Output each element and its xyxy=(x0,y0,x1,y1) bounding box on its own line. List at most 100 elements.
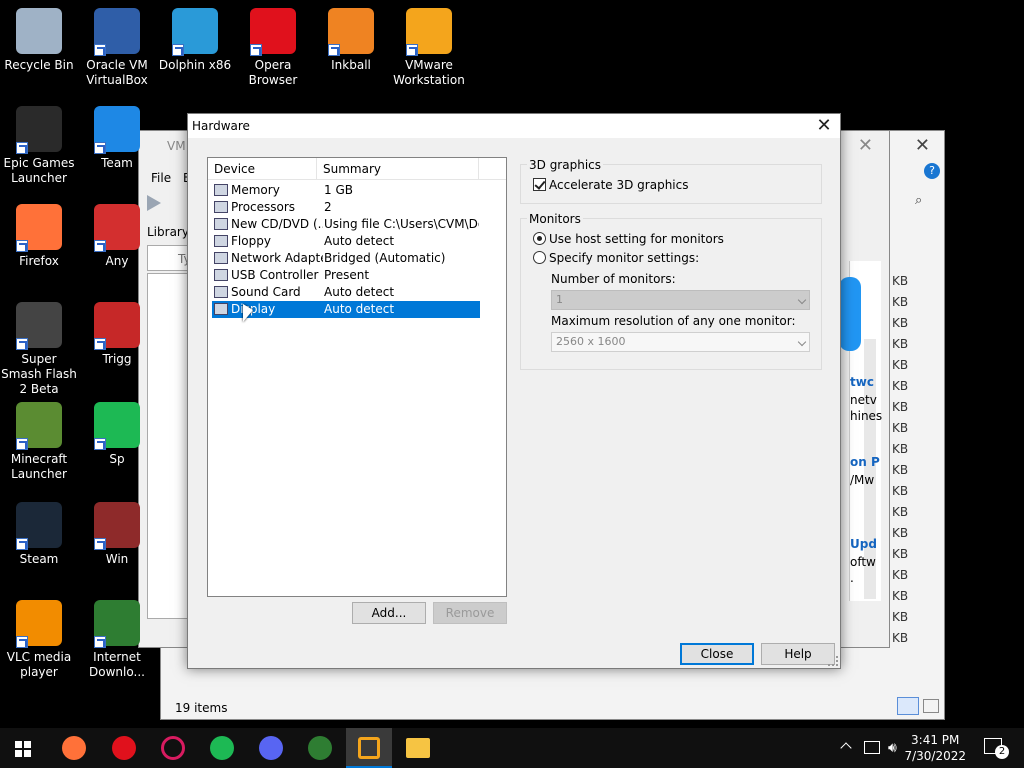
desktop-icon[interactable]: Recycle Bin xyxy=(0,8,78,73)
shortcut-arrow-icon xyxy=(94,438,106,450)
firefox-taskbar-icon[interactable] xyxy=(62,736,86,760)
windows-start-icon[interactable] xyxy=(15,741,31,757)
side-text: oftw xyxy=(850,555,876,569)
add-button[interactable]: Add... xyxy=(352,602,426,624)
file-explorer-taskbar-icon[interactable] xyxy=(406,738,430,758)
cursor-icon xyxy=(243,304,253,322)
device-summary: Present xyxy=(324,268,370,282)
column-device[interactable]: Device xyxy=(208,158,317,179)
accelerate-3d-checkbox[interactable] xyxy=(533,178,546,191)
vmware-title-fragment: VM xyxy=(167,139,186,153)
desktop-icon[interactable]: Team xyxy=(78,106,156,171)
desktop-icon[interactable]: Win xyxy=(78,502,156,567)
volume-icon[interactable]: 🔊︎ xyxy=(888,740,897,756)
file-size-unit: KB xyxy=(892,274,909,288)
clock-time: 3:41 PM xyxy=(911,733,960,747)
file-size-unit: KB xyxy=(892,295,909,309)
chevron-down-icon xyxy=(797,337,807,347)
use-host-radio[interactable] xyxy=(533,232,546,245)
opera-gx-taskbar-icon[interactable] xyxy=(161,736,185,760)
desktop-icon[interactable]: Oracle VM VirtualBox xyxy=(78,8,156,88)
device-name: Memory xyxy=(231,183,280,197)
app-icon xyxy=(16,600,62,648)
menu-file[interactable]: File xyxy=(151,171,171,185)
device-name: USB Controller xyxy=(231,268,319,282)
desktop-icon[interactable]: Minecraft Launcher xyxy=(0,402,78,482)
side-text: . xyxy=(850,571,854,585)
side-text: on P xyxy=(850,455,880,469)
dialog-close-icon[interactable]: ✕ xyxy=(814,114,834,138)
desktop-icon[interactable]: VMware Workstation xyxy=(390,8,468,88)
notification-count: 2 xyxy=(995,745,1009,759)
close-button[interactable]: Close xyxy=(680,643,754,665)
device-row[interactable]: Sound Card Auto detect xyxy=(212,284,480,301)
desktop-icon[interactable]: Steam xyxy=(0,502,78,567)
sound-icon xyxy=(214,286,228,298)
device-summary: Auto detect xyxy=(324,234,395,248)
vmware-close-icon[interactable]: ✕ xyxy=(858,135,873,156)
device-row[interactable]: USB Controller Present xyxy=(212,267,480,284)
help-button[interactable]: Help xyxy=(761,643,835,665)
vmware-logo-icon xyxy=(839,277,861,351)
desktop-icon-label: Any xyxy=(105,254,129,268)
desktop-icon[interactable]: Any xyxy=(78,204,156,269)
shortcut-arrow-icon xyxy=(94,142,106,154)
device-row[interactable]: Processors 2 xyxy=(212,199,480,216)
desktop-icon[interactable]: Opera Browser xyxy=(234,8,312,88)
desktop-icon[interactable]: Sp xyxy=(78,402,156,467)
clock[interactable]: 3:41 PM 7/30/2022 xyxy=(904,732,966,764)
device-name: New CD/DVD (... xyxy=(231,217,323,231)
file-size-unit: KB xyxy=(892,337,909,351)
remove-button[interactable]: Remove xyxy=(433,602,507,624)
column-summary[interactable]: Summary xyxy=(317,158,479,179)
dialog-title: Hardware xyxy=(192,119,250,133)
app-icon xyxy=(16,502,62,550)
monitors-group-label: Monitors xyxy=(527,212,583,226)
notification-icon[interactable]: 2 xyxy=(984,738,1009,759)
chevron-up-icon[interactable] xyxy=(840,742,852,754)
device-row[interactable]: New CD/DVD (... Using file C:\Users\CVM\D… xyxy=(212,216,480,233)
details-view-icon[interactable] xyxy=(897,697,919,715)
num-monitors-value: 1 xyxy=(556,293,563,306)
spotify-taskbar-icon[interactable] xyxy=(210,736,234,760)
desktop-icon[interactable]: Trigg xyxy=(78,302,156,367)
resize-grip-icon[interactable] xyxy=(828,656,838,666)
file-size-unit: KB xyxy=(892,484,909,498)
desktop-icon[interactable]: Inkball xyxy=(312,8,390,73)
file-size-unit: KB xyxy=(892,400,909,414)
max-res-value: 2560 x 1600 xyxy=(556,335,626,348)
discord-taskbar-icon[interactable] xyxy=(259,736,283,760)
desktop-icon[interactable]: Dolphin x86 xyxy=(156,8,234,73)
shortcut-arrow-icon xyxy=(16,538,28,550)
explorer-close-icon[interactable]: ✕ xyxy=(915,135,930,156)
opera-taskbar-icon[interactable] xyxy=(112,736,136,760)
desktop-icon[interactable]: Internet Downlo... xyxy=(78,600,156,680)
desktop-icon[interactable]: Super Smash Flash 2 Beta xyxy=(0,302,78,397)
device-row[interactable]: Network Adapter Bridged (Automatic) xyxy=(212,250,480,267)
clock-date: 7/30/2022 xyxy=(904,749,966,763)
max-res-select[interactable]: 2560 x 1600 xyxy=(551,332,810,352)
file-size-unit: KB xyxy=(892,547,909,561)
vmware-taskbar-icon[interactable] xyxy=(346,728,392,768)
shortcut-arrow-icon xyxy=(94,538,106,550)
desktop-icon[interactable]: Epic Games Launcher xyxy=(0,106,78,186)
tiles-view-icon[interactable] xyxy=(923,699,939,713)
desktop-icon-label: Epic Games Launcher xyxy=(3,156,75,185)
desktop-icon[interactable]: VLC media player xyxy=(0,600,78,680)
specify-radio[interactable] xyxy=(533,251,546,264)
search-icon[interactable]: ⌕ xyxy=(915,193,933,211)
device-row[interactable]: Floppy Auto detect xyxy=(212,233,480,250)
app-icon xyxy=(328,8,374,56)
device-summary: Bridged (Automatic) xyxy=(324,251,446,265)
network-icon[interactable] xyxy=(864,741,880,754)
specify-label: Specify monitor settings: xyxy=(549,251,700,265)
internet-download-taskbar-icon[interactable] xyxy=(308,736,332,760)
num-monitors-select[interactable]: 1 xyxy=(551,290,810,310)
device-row[interactable]: Memory 1 GB xyxy=(212,182,480,199)
side-text: twc xyxy=(850,375,874,389)
desktop-icon[interactable]: Firefox xyxy=(0,204,78,269)
app-icon xyxy=(94,600,140,648)
desktop-icon-label: Opera Browser xyxy=(248,58,298,87)
file-size-unit: KB xyxy=(892,316,909,330)
help-icon[interactable]: ? xyxy=(924,163,940,179)
